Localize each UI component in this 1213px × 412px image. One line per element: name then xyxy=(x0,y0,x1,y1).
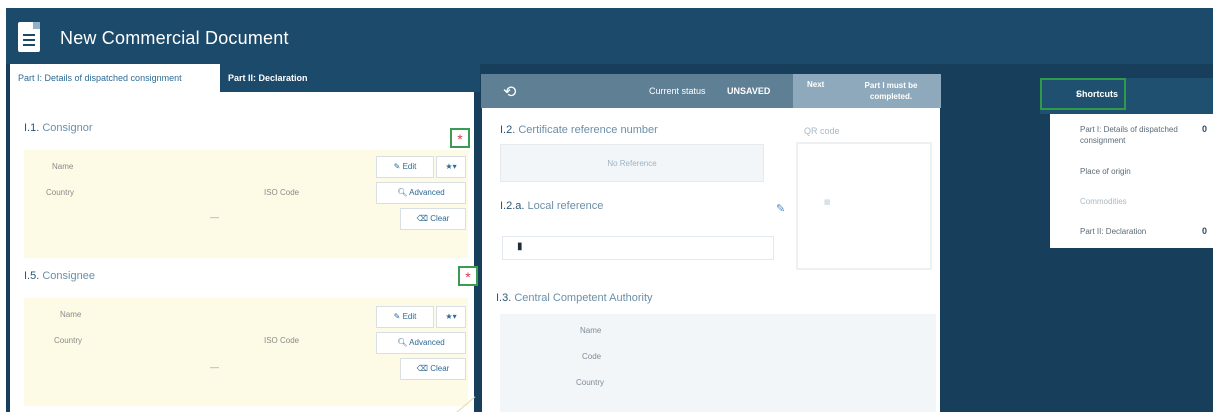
local-reference-title: I.2.a. Local reference xyxy=(500,200,604,212)
edit-icon: ✎ xyxy=(393,162,403,171)
history-button[interactable]: ⟲ xyxy=(481,74,621,108)
authority-title: I.3. Central Competent Authority xyxy=(496,292,653,304)
consignor-advanced-button[interactable]: 🔍︎ Advanced xyxy=(376,182,466,204)
consignor-country-value: — xyxy=(210,212,219,222)
bookmark-icon: ▮ xyxy=(517,241,523,252)
consignee-country-value: — xyxy=(210,362,219,372)
pencil-icon[interactable]: ✎ xyxy=(776,202,785,215)
left-panel: I.1. Consignor * Name Country ISO Code —… xyxy=(10,92,478,412)
shortcuts-list: Part I: Details of dispatched consignmen… xyxy=(1050,114,1213,248)
shortcut-part-1-badge: 0 xyxy=(1202,124,1208,134)
edit-icon: ✎ xyxy=(393,312,403,321)
shortcut-part-2-badge: 0 xyxy=(1202,226,1208,236)
page-title: New Commercial Document xyxy=(60,28,289,48)
consignee-clear-button[interactable]: ⌫ Clear xyxy=(400,358,466,380)
consignor-title: I.1. Consignor xyxy=(24,122,93,134)
authority-name-label: Name xyxy=(580,326,602,335)
next-hint[interactable]: Next Part I must be completed. xyxy=(793,74,941,108)
shortcut-place-of-origin[interactable]: Place of origin xyxy=(1080,166,1131,177)
consignee-card: Name Country ISO Code — ✎ Edit ★▾ 🔍︎ Adv… xyxy=(24,298,468,406)
authority-country-label: Country xyxy=(576,378,605,387)
authority-code-label: Code xyxy=(582,352,602,361)
title-bar: New Commercial Document xyxy=(6,8,1213,64)
consignor-card: Name Country ISO Code — ✎ Edit ★▾ 🔍︎ Adv… xyxy=(24,150,468,258)
qr-code-title: QR code xyxy=(804,126,840,136)
consignee-name-label: Name xyxy=(60,310,82,319)
status-bar: Current status UNSAVED xyxy=(621,74,793,108)
next-label: Next xyxy=(807,80,825,89)
screenshot-frame: New Commercial Document Part I: Details … xyxy=(0,0,1213,412)
consignor-name-label: Name xyxy=(52,162,74,171)
status-value: UNSAVED xyxy=(727,86,771,96)
eraser-icon: ⌫ xyxy=(416,214,431,223)
certificate-reference-box: No Reference xyxy=(500,144,764,182)
consignee-advanced-button[interactable]: 🔍︎ Advanced xyxy=(376,332,466,354)
qr-code-placeholder-icon: ▦ xyxy=(824,199,831,206)
local-reference-input[interactable]: ▮ xyxy=(502,236,774,260)
shortcut-commodities[interactable]: Commodities xyxy=(1080,196,1127,207)
app-window: New Commercial Document Part I: Details … xyxy=(6,8,1213,412)
middle-panel: I.2. Certificate reference number No Ref… xyxy=(482,108,940,412)
required-marker: * xyxy=(450,128,470,148)
consignee-iso-label: ISO Code xyxy=(264,336,300,345)
eraser-icon: ⌫ xyxy=(416,364,431,373)
tab-part-1[interactable]: Part I: Details of dispatched consignmen… xyxy=(10,64,220,92)
status-label: Current status xyxy=(649,86,706,96)
search-icon: 🔍︎ xyxy=(397,188,410,197)
star-icon: ★▾ xyxy=(445,162,457,171)
tab-part-2[interactable]: Part II: Declaration xyxy=(220,64,480,92)
shortcut-part-2[interactable]: Part II: Declaration xyxy=(1080,226,1146,237)
consignor-iso-label: ISO Code xyxy=(264,188,300,197)
next-hint-text: Part I must be completed. xyxy=(864,81,918,101)
consignor-clear-button[interactable]: ⌫ Clear xyxy=(400,208,466,230)
certificate-title: I.2. Certificate reference number xyxy=(500,124,658,136)
shortcuts-highlight xyxy=(1040,78,1126,110)
consignee-country-label: Country xyxy=(54,336,83,345)
search-icon: 🔍︎ xyxy=(397,338,410,347)
consignor-edit-button[interactable]: ✎ Edit xyxy=(376,156,434,178)
history-icon: ⟲ xyxy=(503,84,517,101)
required-marker: * xyxy=(458,266,478,286)
consignee-edit-button[interactable]: ✎ Edit xyxy=(376,306,434,328)
qr-code-box: ▦ xyxy=(796,142,932,270)
document-icon xyxy=(18,22,40,52)
consignee-title: I.5. Consignee xyxy=(24,270,95,282)
star-icon: ★▾ xyxy=(445,312,457,321)
consignor-country-label: Country xyxy=(46,188,75,197)
authority-box: Name Code Country xyxy=(500,314,936,412)
consignor-favourites-button[interactable]: ★▾ xyxy=(436,156,466,178)
shortcut-part-1[interactable]: Part I: Details of dispatched consignmen… xyxy=(1080,124,1190,146)
consignee-favourites-button[interactable]: ★▾ xyxy=(436,306,466,328)
